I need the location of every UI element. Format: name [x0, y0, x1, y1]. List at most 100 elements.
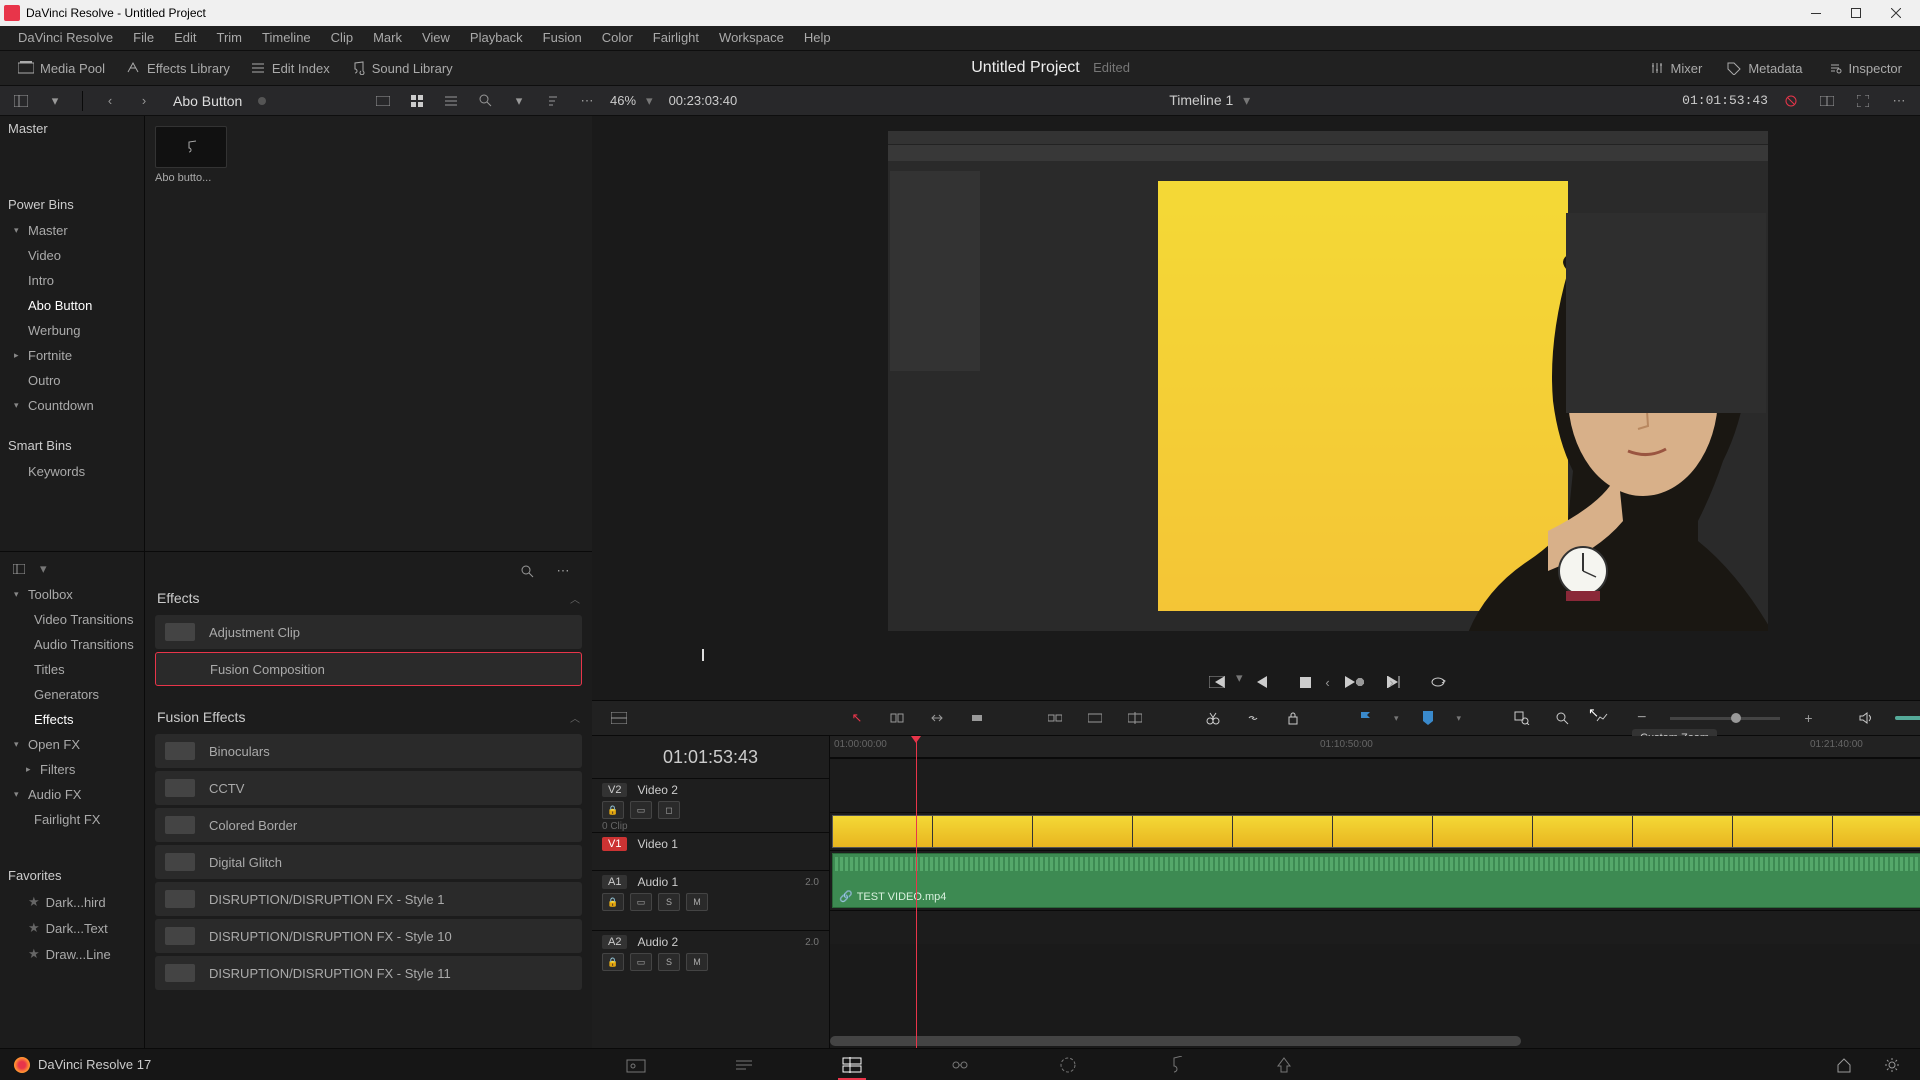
next-match-button[interactable]: ›: [1379, 670, 1405, 694]
trim-tool[interactable]: [886, 707, 908, 729]
v1-header[interactable]: V1Video 1: [592, 832, 829, 870]
a2-track[interactable]: [830, 910, 1920, 944]
media-pool-area[interactable]: Abo butto...: [145, 116, 592, 551]
menu-clip[interactable]: Clip: [321, 26, 363, 50]
volume-icon[interactable]: [1855, 707, 1877, 729]
menu-edit[interactable]: Edit: [164, 26, 206, 50]
metadata-toggle[interactable]: Metadata: [1716, 54, 1812, 82]
cut-page-button[interactable]: [730, 1053, 758, 1077]
timeline-view-opts[interactable]: [608, 707, 630, 729]
timeline-name[interactable]: Timeline 1: [1169, 92, 1233, 108]
search-dropdown[interactable]: ▾: [506, 89, 532, 113]
edit-page-button[interactable]: [838, 1053, 866, 1077]
menu-workspace[interactable]: Workspace: [709, 26, 794, 50]
openfx-node[interactable]: ▾Open FX: [0, 732, 144, 757]
more-button[interactable]: ⋯: [574, 89, 600, 113]
v1-track[interactable]: [830, 812, 1920, 850]
fairlightfx-node[interactable]: Fairlight FX: [0, 807, 144, 832]
bin-keywords[interactable]: Keywords: [0, 459, 144, 484]
effects-section[interactable]: Effects︿: [155, 584, 582, 612]
expand-button[interactable]: [1850, 89, 1876, 113]
fav-2[interactable]: ★Dark...Text: [0, 915, 144, 941]
effect-digital-glitch[interactable]: Digital Glitch: [155, 845, 582, 879]
keyframe-button[interactable]: [1347, 670, 1373, 694]
effects-more[interactable]: ⋯: [550, 559, 576, 583]
effects-search[interactable]: [514, 559, 540, 583]
dynamic-trim-tool[interactable]: [926, 707, 948, 729]
bin-master[interactable]: ▾Master: [0, 218, 144, 243]
timeline-ruler[interactable]: 01:00:00:00 01:10:50:00 01:21:40:00: [830, 736, 1920, 758]
v2-view[interactable]: ◻: [658, 801, 680, 819]
effect-disruption-10[interactable]: DISRUPTION/DISRUPTION FX - Style 10: [155, 919, 582, 953]
bin-intro[interactable]: Intro: [0, 268, 144, 293]
maximize-button[interactable]: [1836, 0, 1876, 26]
filters-node[interactable]: ▸Filters: [0, 757, 144, 782]
media-page-button[interactable]: [622, 1053, 650, 1077]
list-view-button[interactable]: [438, 89, 464, 113]
selection-tool[interactable]: ↖: [846, 707, 868, 729]
clip-thumbnail[interactable]: [155, 126, 227, 168]
a2-lock[interactable]: 🔒: [602, 953, 624, 971]
v1-badge[interactable]: V1: [602, 837, 627, 851]
chevron-down-icon[interactable]: ▾: [42, 89, 68, 113]
bin-outro[interactable]: Outro: [0, 368, 144, 393]
link-tool[interactable]: [1242, 707, 1264, 729]
blade-tool[interactable]: [966, 707, 988, 729]
razor-tool[interactable]: [1202, 707, 1224, 729]
bypass-fx-button[interactable]: [1778, 89, 1804, 113]
master-bin[interactable]: Master: [0, 116, 144, 141]
toolbox-node[interactable]: ▾Toolbox: [0, 582, 144, 607]
playhead[interactable]: [916, 736, 917, 1048]
eff-panel-layout[interactable]: [6, 557, 32, 581]
menu-help[interactable]: Help: [794, 26, 841, 50]
v2-track[interactable]: [830, 758, 1920, 812]
detail-zoom-button[interactable]: [1551, 707, 1573, 729]
v2-lock[interactable]: 🔒: [602, 801, 624, 819]
fusion-comp-effect[interactable]: Fusion Composition: [155, 652, 582, 686]
v2-badge[interactable]: V2: [602, 783, 627, 797]
video-transitions-node[interactable]: Video Transitions: [0, 607, 144, 632]
titles-node[interactable]: Titles: [0, 657, 144, 682]
menu-file[interactable]: File: [123, 26, 164, 50]
match-frame-button[interactable]: ‹: [1315, 670, 1341, 694]
media-pool-toggle[interactable]: Media Pool: [8, 54, 115, 82]
smart-bins-header[interactable]: Smart Bins: [0, 432, 144, 459]
menu-fairlight[interactable]: Fairlight: [643, 26, 709, 50]
lock-tool[interactable]: [1282, 707, 1304, 729]
power-bins-header[interactable]: Power Bins: [0, 191, 144, 218]
a1-lock[interactable]: 🔒: [602, 893, 624, 911]
flag-button[interactable]: [1354, 707, 1376, 729]
a2-solo[interactable]: S: [658, 953, 680, 971]
menu-view[interactable]: View: [412, 26, 460, 50]
fairlight-page-button[interactable]: [1162, 1053, 1190, 1077]
single-dual-viewer[interactable]: [1814, 89, 1840, 113]
scrub-handle[interactable]: [702, 649, 704, 661]
fusion-effects-section[interactable]: Fusion Effects︿: [155, 703, 582, 731]
color-page-button[interactable]: [1054, 1053, 1082, 1077]
a2-enable[interactable]: ▭: [630, 953, 652, 971]
track-area[interactable]: 01:00:00:00 01:10:50:00 01:21:40:00 🔗TES…: [830, 736, 1920, 1048]
effect-colored-border[interactable]: Colored Border: [155, 808, 582, 842]
a1-header[interactable]: A1Audio 12.0 🔒▭SM: [592, 870, 829, 930]
a1-track[interactable]: 🔗TEST VIDEO.mp4: [830, 850, 1920, 910]
effect-disruption-11[interactable]: DISRUPTION/DISRUPTION FX - Style 11: [155, 956, 582, 990]
volume-slider[interactable]: [1895, 716, 1920, 720]
v2-enable[interactable]: ▭: [630, 801, 652, 819]
menu-fusion[interactable]: Fusion: [533, 26, 592, 50]
deliver-page-button[interactable]: [1270, 1053, 1298, 1077]
a2-header[interactable]: A2Audio 22.0 🔒▭SM: [592, 930, 829, 964]
menu-playback[interactable]: Playback: [460, 26, 533, 50]
a2-mute[interactable]: M: [686, 953, 708, 971]
thumbnail-view-button[interactable]: [404, 89, 430, 113]
a1-enable[interactable]: ▭: [630, 893, 652, 911]
full-zoom-button[interactable]: [1511, 707, 1533, 729]
generators-node[interactable]: Generators: [0, 682, 144, 707]
mixer-toggle[interactable]: Mixer: [1639, 54, 1713, 82]
bin-werbung[interactable]: Werbung: [0, 318, 144, 343]
effect-disruption-1[interactable]: DISRUPTION/DISRUPTION FX - Style 1: [155, 882, 582, 916]
effect-cctv[interactable]: CCTV: [155, 771, 582, 805]
favorites-header[interactable]: Favorites: [0, 862, 144, 889]
a2-badge[interactable]: A2: [602, 935, 627, 949]
custom-zoom-button[interactable]: ↖: [1591, 707, 1613, 729]
search-button[interactable]: [472, 89, 498, 113]
